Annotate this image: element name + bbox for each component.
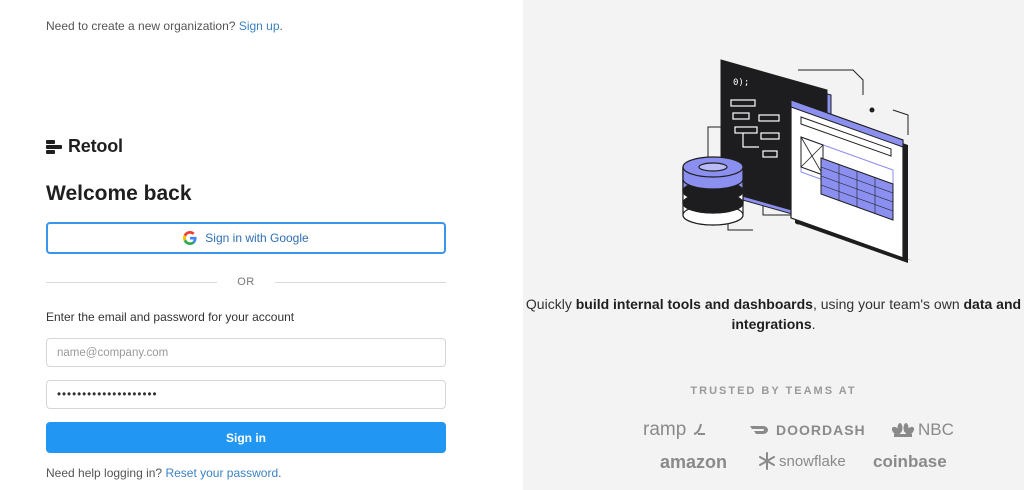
- snowflake-logo: snowflake: [758, 452, 846, 470]
- google-icon: [183, 231, 197, 245]
- doordash-logo: DOORDASH: [749, 422, 866, 438]
- google-button-label: Sign in with Google: [205, 231, 309, 245]
- login-panel: Need to create a new organization? Sign …: [0, 0, 523, 490]
- ramp-logo-text: ramp: [643, 419, 687, 440]
- reset-suffix: .: [278, 466, 282, 480]
- brand-name: Retool: [68, 136, 123, 156]
- retool-logo-icon: [46, 139, 62, 155]
- coinbase-logo-text: coinbase: [873, 452, 947, 471]
- or-label: OR: [237, 276, 255, 288]
- trusted-heading: TRUSTED BY TEAMS AT: [690, 385, 857, 397]
- help-prompt-text: Need help logging in?: [46, 466, 163, 480]
- snowflake-icon: [759, 452, 775, 470]
- google-signin-button[interactable]: Sign in with Google: [46, 222, 446, 254]
- signup-link[interactable]: Sign up: [239, 19, 280, 33]
- brand-logo: Retool: [46, 136, 123, 157]
- help-prompt: Need help logging in? Reset your passwor…: [46, 466, 282, 480]
- nbc-logo-text: NBC: [918, 420, 954, 439]
- ramp-swoosh-icon: [693, 423, 705, 435]
- nbc-logo: NBC: [891, 420, 954, 440]
- snowflake-logo-text: snowflake: [779, 452, 846, 470]
- page-title: Welcome back: [46, 182, 192, 205]
- tagline-prefix: Quickly: [525, 296, 576, 312]
- divider-line-left: [46, 281, 218, 283]
- amazon-logo-text: amazon: [660, 452, 728, 472]
- tagline-highlight-1: build internal tools and dashboards: [575, 296, 813, 312]
- ramp-logo: ramp: [643, 419, 706, 441]
- marketing-tagline: Quickly build internal tools and dashboa…: [523, 294, 1024, 334]
- marketing-panel: 0); Quickly build internal tools and das…: [523, 0, 1024, 490]
- coinbase-logo: coinbase: [873, 452, 947, 472]
- tagline-middle: , using your team's own: [812, 296, 964, 312]
- or-divider: OR: [46, 275, 446, 289]
- amazon-logo: amazon: [660, 452, 727, 473]
- doordash-icon: [750, 426, 768, 434]
- signup-prompt: Need to create a new organization? Sign …: [46, 19, 283, 33]
- credentials-instructions: Enter the email and password for your ac…: [46, 310, 295, 324]
- reset-password-link[interactable]: Reset your password: [165, 466, 278, 480]
- product-illustration: 0);: [682, 59, 913, 263]
- signin-button[interactable]: Sign in: [46, 422, 446, 453]
- password-field[interactable]: [46, 380, 446, 409]
- nbc-peacock-icon: [891, 423, 915, 437]
- divider-line-right: [274, 281, 446, 283]
- email-field[interactable]: [46, 338, 446, 367]
- signup-prompt-text: Need to create a new organization?: [46, 19, 236, 33]
- tagline-suffix: .: [811, 316, 816, 332]
- svg-text:0);: 0);: [733, 78, 749, 88]
- doordash-logo-text: DOORDASH: [776, 422, 866, 438]
- signup-suffix: .: [279, 19, 283, 33]
